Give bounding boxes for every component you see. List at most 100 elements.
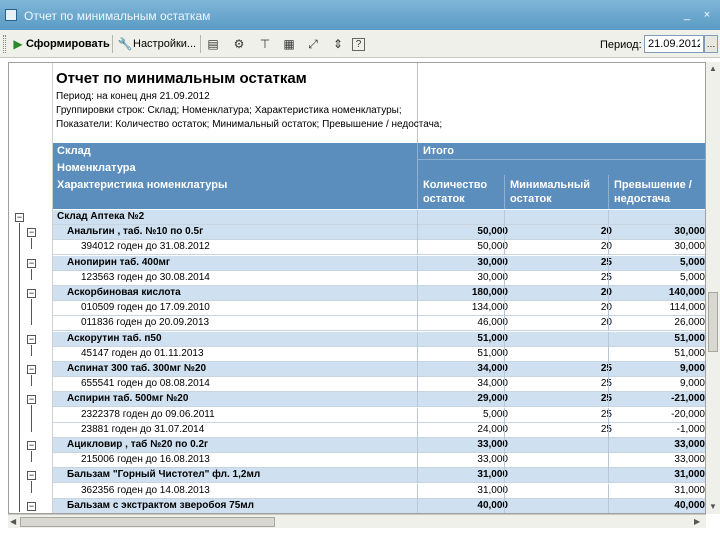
- column-divider: [417, 392, 418, 408]
- table-row[interactable]: 655541 годен до 08.08.2014 34,000 25 9,000: [53, 377, 705, 393]
- table-row[interactable]: 362356 годен до 14.08.2013 31,000 31,000: [53, 483, 705, 499]
- row-diff: -21,000: [671, 393, 705, 405]
- row-min: 20: [600, 226, 612, 238]
- save-settings-button[interactable]: ▤: [205, 34, 221, 54]
- toolbar-separator: [200, 35, 201, 53]
- row-name: 362356 годен до 14.08.2013: [81, 484, 210, 496]
- collapse-icon[interactable]: −: [15, 213, 24, 222]
- header-divider: [417, 159, 705, 160]
- expand-button[interactable]: ⤢: [305, 34, 321, 54]
- table-row[interactable]: 394012 годен до 31.08.2012 50,000 20 30,000: [53, 240, 705, 256]
- header-total: Итого: [423, 145, 455, 157]
- help-button[interactable]: ?: [352, 34, 365, 54]
- table-row[interactable]: Анальгин , таб. №10 по 0.5г 50,000 20 30,00…: [53, 225, 705, 241]
- table-row[interactable]: Аскорбиновая кислота 180,000 20 140,000: [53, 286, 705, 301]
- table-row[interactable]: 215006 годен до 16.08.2013 33,000 33,000: [53, 453, 705, 469]
- column-divider: [417, 286, 418, 301]
- row-diff: 5,000: [679, 256, 705, 268]
- save-settings-icon: ▤: [207, 37, 219, 51]
- header-diff-2: недостача: [614, 193, 671, 205]
- column-divider: [504, 438, 505, 453]
- column-divider: [417, 438, 418, 453]
- column-divider: [417, 301, 418, 317]
- period-select-button[interactable]: …: [704, 35, 718, 53]
- column-divider: [417, 422, 418, 438]
- minimize-button[interactable]: _: [680, 9, 694, 21]
- table-row[interactable]: 011836 годен до 20.09.2013 46,000 20 26,000: [53, 316, 705, 332]
- collapse-icon[interactable]: −: [27, 228, 36, 238]
- table-row[interactable]: Аскорутин таб. п50 51,000 51,000: [53, 331, 705, 347]
- scroll-up-icon[interactable]: ▲: [709, 64, 717, 73]
- vertical-scrollbar[interactable]: ▲ ▼: [706, 62, 720, 514]
- generate-button[interactable]: ▶ Сформировать: [10, 34, 109, 54]
- table-row[interactable]: Аспинат 300 таб. 300мг №20 34,000 25 9,000: [53, 362, 705, 377]
- table-row[interactable]: Бальзам с экстрактом зверобоя 75мл 40,000…: [53, 498, 705, 513]
- variant-button[interactable]: ⚙: [231, 34, 247, 54]
- settings-button[interactable]: 🔧 Настройки...: [117, 34, 197, 54]
- toolbar-grip: [3, 35, 6, 53]
- table-button[interactable]: ▦: [281, 34, 297, 54]
- table-row[interactable]: Склад Аптека №2: [53, 210, 705, 225]
- column-divider: [504, 362, 505, 377]
- table-row[interactable]: Анопирин таб. 400мг 30,000 25 5,000: [53, 255, 705, 271]
- row-diff: 31,000: [674, 484, 705, 496]
- column-divider: [608, 362, 609, 377]
- document-icon: [5, 9, 17, 21]
- column-divider: [608, 270, 609, 286]
- vertical-scroll-thumb[interactable]: [708, 292, 718, 352]
- row-name: Бальзам с экстрактом зверобоя 75мл: [67, 499, 255, 511]
- table-row[interactable]: Ацикловир , таб №20 по 0.2г 33,000 33,000: [53, 438, 705, 453]
- collapse-icon[interactable]: −: [27, 395, 36, 405]
- horizontal-scrollbar[interactable]: ◀ ▶: [8, 514, 706, 528]
- scroll-left-icon[interactable]: ◀: [10, 517, 16, 526]
- row-min: 20: [600, 287, 612, 298]
- table-row[interactable]: Бальзам "Горный Чистотел" фл. 1,2мл 31,00…: [53, 468, 705, 484]
- collapse-icon[interactable]: −: [27, 365, 36, 374]
- column-divider: [608, 225, 609, 241]
- column-divider: [608, 346, 609, 362]
- row-min: 25: [600, 378, 612, 390]
- table-row[interactable]: 45147 годен до 01.11.2013 51,000 51,000: [53, 346, 705, 362]
- column-divider: [417, 255, 418, 271]
- collapse-icon[interactable]: −: [27, 471, 36, 481]
- row-name: 010509 годен до 17.09.2010: [81, 302, 210, 314]
- column-divider: [417, 331, 418, 347]
- row-diff: 33,000: [674, 439, 705, 450]
- close-button[interactable]: ×: [700, 9, 714, 21]
- gear-icon: ⚙: [233, 37, 245, 51]
- collapse-icon[interactable]: −: [27, 501, 36, 511]
- collapse-icon[interactable]: −: [27, 289, 36, 298]
- column-divider: [417, 377, 418, 393]
- row-min: 20: [600, 241, 612, 253]
- column-divider: [417, 498, 418, 513]
- wrench-icon: 🔧: [117, 37, 133, 51]
- report-area: Отчет по минимальным остаткам Период: на…: [8, 62, 706, 514]
- table-row[interactable]: 123563 годен до 30.08.2014 30,000 25 5,000: [53, 270, 705, 286]
- tree-connector: [31, 299, 32, 326]
- scroll-right-icon[interactable]: ▶: [694, 517, 700, 526]
- row-diff: 30,000: [674, 226, 705, 238]
- period-field[interactable]: [644, 35, 704, 53]
- table-row[interactable]: Аспирин таб. 500мг №20 29,000 25 -21,000: [53, 392, 705, 408]
- filter-icon: ⊤: [259, 37, 271, 51]
- collapse-icon[interactable]: −: [27, 441, 36, 450]
- filter-button[interactable]: ⊤: [257, 34, 273, 54]
- row-min: 25: [600, 423, 612, 435]
- column-divider: [608, 483, 609, 499]
- header-nomenclature: Номенклатура: [57, 162, 136, 174]
- horizontal-scroll-thumb[interactable]: [20, 517, 275, 527]
- table-row[interactable]: 23881 годен до 31.07.2014 24,000 25 -1,000: [53, 422, 705, 438]
- sort-button[interactable]: ⇕: [330, 34, 346, 54]
- row-name: Анальгин , таб. №10 по 0.5г: [67, 226, 204, 238]
- scroll-down-icon[interactable]: ▼: [709, 502, 717, 511]
- table-row[interactable]: 2322378 годен до 09.06.2011 5,000 25 -20,00…: [53, 407, 705, 423]
- period-label: Период:: [600, 39, 642, 51]
- table-row[interactable]: 010509 годен до 17.09.2010 134,000 20 114,0…: [53, 301, 705, 317]
- collapse-icon[interactable]: −: [27, 258, 36, 268]
- column-divider: [504, 301, 505, 317]
- row-name: 394012 годен до 31.08.2012: [81, 241, 210, 253]
- column-divider: [608, 438, 609, 453]
- table-icon: ▦: [283, 37, 295, 51]
- collapse-icon[interactable]: −: [27, 334, 36, 344]
- column-divider: [504, 240, 505, 256]
